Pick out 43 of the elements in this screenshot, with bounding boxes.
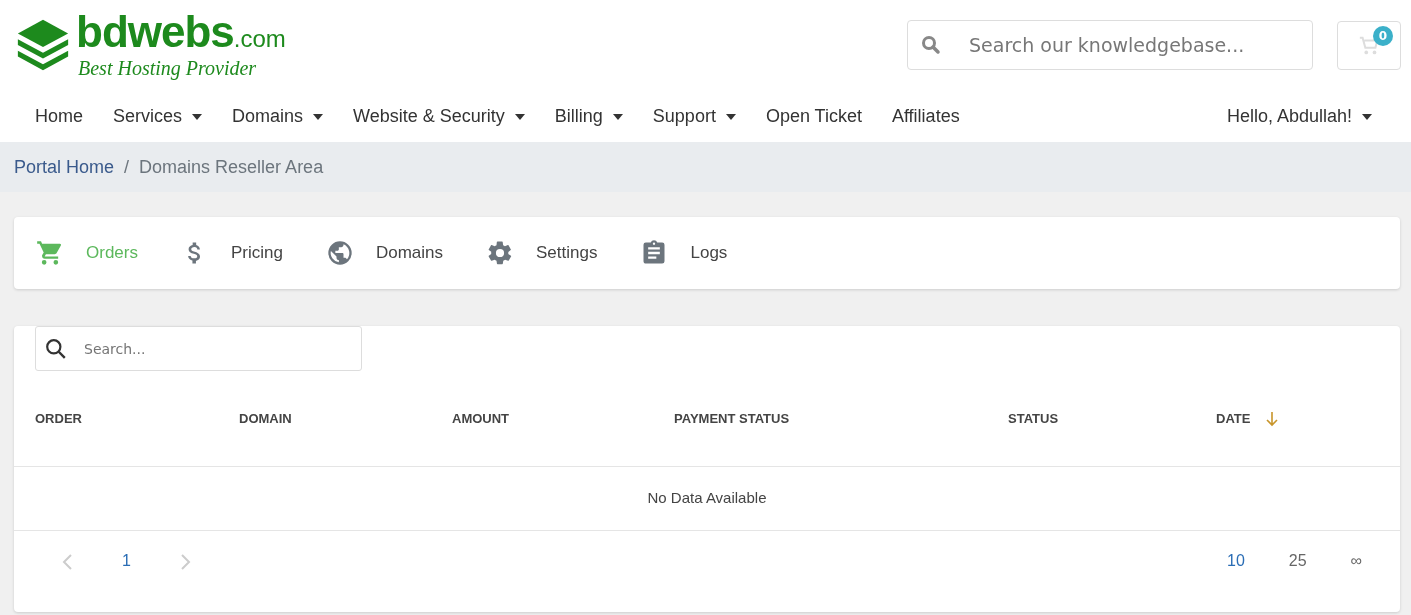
caret-icon <box>313 113 324 120</box>
nav-link[interactable]: Open Ticket <box>750 102 877 130</box>
logo-text: .com <box>233 23 286 54</box>
nav-link[interactable]: Support <box>637 102 751 130</box>
cart-icon <box>1358 34 1380 57</box>
caret-icon <box>612 113 623 120</box>
page-button[interactable]: 1 <box>108 549 145 573</box>
logo-tagline: Best Hosting Provider <box>78 56 258 79</box>
nav-link[interactable]: Website & Security <box>338 102 540 130</box>
breadcrumb-separator: / <box>123 155 131 179</box>
cart-icon <box>36 239 64 267</box>
tab[interactable]: Logs <box>638 239 750 267</box>
column-header[interactable]: DOMAIN <box>239 408 292 429</box>
column-header[interactable]: ORDER <box>35 408 82 429</box>
caret-icon <box>192 113 203 120</box>
caret-icon <box>514 113 525 120</box>
tab[interactable]: Domains <box>323 239 466 267</box>
empty-message: No Data Available <box>647 488 767 509</box>
globe-icon <box>325 239 354 267</box>
nav-link[interactable]: Affiliates <box>876 102 975 130</box>
column-header[interactable]: AMOUNT <box>452 408 510 429</box>
caret-icon <box>725 113 736 120</box>
sort-arrow-icon <box>1266 411 1279 428</box>
page-size-option[interactable]: 10 <box>1213 549 1259 573</box>
page-size-option[interactable]: 25 <box>1274 549 1321 573</box>
tab[interactable]: Pricing <box>178 239 305 267</box>
column-header[interactable]: DATE <box>1216 408 1279 429</box>
column-header[interactable]: STATUS <box>1008 408 1059 429</box>
nav-link[interactable]: Domains <box>217 102 339 130</box>
search-field[interactable]: Search our knowledgebase... <box>907 20 1313 70</box>
column-header[interactable]: PAYMENT STATUS <box>674 408 790 429</box>
caret-icon <box>1362 113 1372 120</box>
tab[interactable]: Settings <box>484 239 620 267</box>
search-field[interactable]: Search... <box>35 326 362 371</box>
logo-text: bdwebs <box>76 11 234 52</box>
nav-link[interactable]: Billing <box>539 102 638 130</box>
page-size-option[interactable]: ∞ <box>1336 549 1376 573</box>
cart-badge: 0 <box>1373 25 1393 46</box>
nav-link[interactable]: Home <box>20 102 98 130</box>
breadcrumb-current: Domains Reseller Area <box>139 155 324 179</box>
breadcrumb-link[interactable]: Portal Home <box>14 153 115 181</box>
nav-link[interactable]: Hello, Abdullah! <box>1211 102 1387 130</box>
nav-link[interactable]: Services <box>98 102 218 130</box>
